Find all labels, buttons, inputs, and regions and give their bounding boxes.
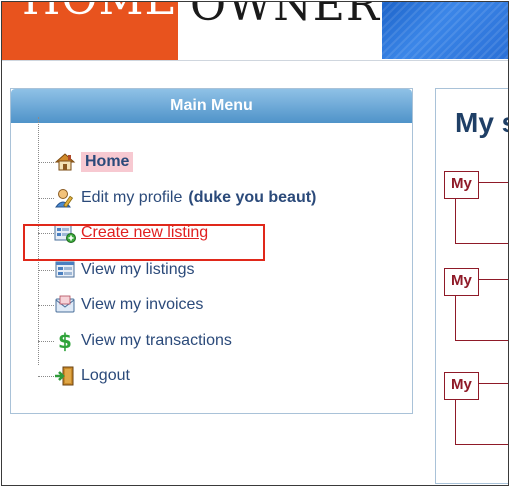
dollar-icon: $ xyxy=(54,330,76,352)
main-content-panel: My s My My My xyxy=(435,88,508,484)
site-banner: HOME OWNER xyxy=(2,2,508,61)
listings-icon xyxy=(54,259,76,281)
box-tab-label: My xyxy=(444,268,479,296)
logo-owner-text: OWNER xyxy=(190,2,381,31)
menu-item-edit-profile[interactable]: Edit my profile (duke you beaut) xyxy=(38,185,316,211)
svg-text:$: $ xyxy=(58,330,72,352)
banner-blue-graphic xyxy=(382,2,508,59)
box-tab-label: My xyxy=(444,171,479,199)
main-title: My s xyxy=(455,107,508,138)
profile-edit-icon xyxy=(54,187,76,209)
content-box-2: My xyxy=(444,268,508,341)
profile-username: (duke you beaut) xyxy=(188,189,317,206)
logo-orange-block: HOME xyxy=(2,2,178,60)
main-menu-header: Main Menu xyxy=(11,89,412,123)
browser-frame: HOME OWNER Main Menu Home xyxy=(1,1,509,486)
menu-item-logout[interactable]: Logout xyxy=(38,363,130,389)
menu-item-view-invoices[interactable]: View my invoices xyxy=(38,292,203,318)
menu-item-label: View my listings xyxy=(81,261,195,278)
content-box-1: My xyxy=(444,171,508,244)
logout-door-icon xyxy=(54,365,76,387)
highlight-box xyxy=(23,224,265,261)
menu-item-home[interactable]: Home xyxy=(38,149,134,175)
box-tab-label: My xyxy=(444,372,479,400)
invoice-icon xyxy=(54,294,76,316)
home-icon xyxy=(54,151,76,173)
logo-home-text: HOME xyxy=(22,2,178,25)
menu-item-label: Logout xyxy=(81,367,130,384)
menu-item-label: View my invoices xyxy=(81,296,204,313)
content-box-3: My xyxy=(444,372,508,445)
menu-item-label: Home xyxy=(81,152,134,172)
menu-item-label: Edit my profile xyxy=(81,189,183,206)
menu-item-view-transactions[interactable]: $ View my transactions xyxy=(38,328,232,354)
menu-item-label: View my transactions xyxy=(81,332,232,349)
